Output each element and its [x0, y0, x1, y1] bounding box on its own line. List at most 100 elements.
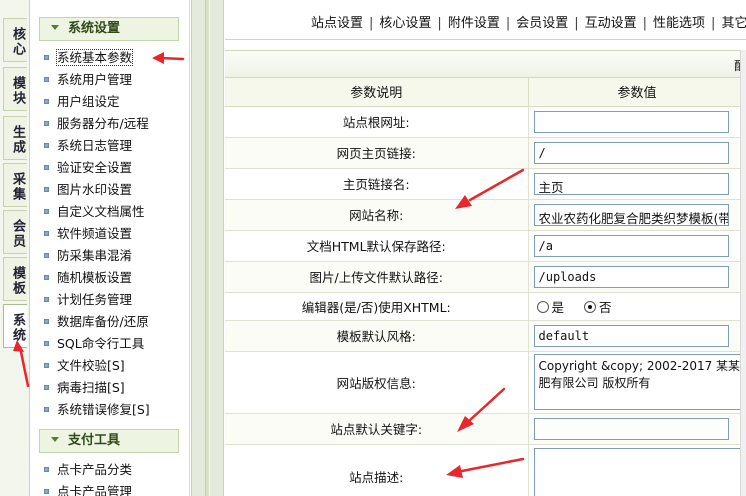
table-row: 文档HTML默认保存路径: /a: [225, 230, 746, 262]
table-row: 主页链接名: 主页: [225, 168, 746, 200]
site-root-url-input[interactable]: [533, 110, 729, 133]
column-header-label: 参数说明: [225, 78, 529, 107]
tab-template[interactable]: 模板: [3, 257, 27, 301]
table-row: 网页主页链接: /: [225, 137, 746, 169]
menu-item[interactable]: 点卡产品分类: [44, 459, 132, 481]
menu-item[interactable]: 系统用户管理: [44, 69, 150, 91]
textarea-line: 肥有限公司 版权所有: [538, 376, 651, 390]
tab-attachment-settings[interactable]: 附件设置: [448, 16, 500, 31]
bullet-icon: [44, 407, 49, 412]
tab-other[interactable]: 其它选: [721, 16, 746, 31]
settings-table: 参数说明 参数值 站点根网址: 网页主页链接: / 主页链接名: 主页 网站名称…: [225, 78, 746, 496]
config-title-bar: 配: [225, 50, 746, 78]
bullet-icon: [44, 275, 49, 280]
row-label: 网站名称:: [225, 199, 529, 231]
site-description-textarea[interactable]: [533, 447, 744, 496]
menu-item[interactable]: 用户组设定: [44, 91, 150, 113]
bullet-icon: [44, 363, 49, 368]
table-row: 站点默认关键字:: [225, 413, 746, 445]
tab-core[interactable]: 核心: [3, 18, 27, 62]
tab-member[interactable]: 会员: [3, 210, 27, 254]
menu-item[interactable]: 数据库备份/还原: [44, 311, 150, 333]
column-header-value: 参数值: [528, 78, 746, 107]
tab-performance-options[interactable]: 性能选项: [653, 16, 705, 31]
upload-path-input[interactable]: /uploads: [533, 265, 729, 288]
table-row: 模板默认风格: default: [225, 320, 746, 352]
menu-item[interactable]: SQL命令行工具: [44, 333, 150, 355]
copyright-textarea[interactable]: Copyright &copy; 2002-2017 某某农药 肥有限公司 版权…: [533, 354, 744, 410]
menu-item[interactable]: 服务器分布/远程: [44, 113, 150, 135]
xhtml-yes-radio[interactable]: [536, 301, 549, 313]
row-label: 模板默认风格:: [225, 320, 529, 352]
bullet-icon: [44, 231, 49, 236]
row-label: 站点描述:: [225, 444, 529, 496]
menu-item[interactable]: 计划任务管理: [44, 289, 150, 311]
table-row: 网站版权信息: Copyright &copy; 2002-2017 某某农药 …: [225, 351, 746, 414]
menu-item[interactable]: 随机模板设置: [44, 267, 150, 289]
keywords-input[interactable]: [533, 417, 729, 440]
menu-item[interactable]: 防采集串混淆: [44, 245, 150, 267]
tab-collect[interactable]: 采集: [3, 163, 27, 207]
system-settings-list: 系统基本参数 系统用户管理 用户组设定 服务器分布/远程 系统日志管理 验证安全…: [44, 47, 150, 421]
menu-item[interactable]: 点卡产品管理: [44, 481, 132, 496]
collapse-triangle-icon: [51, 437, 59, 442]
menu-section-payment-tools[interactable]: 支付工具: [39, 429, 179, 453]
menu-item[interactable]: 验证安全设置: [44, 157, 150, 179]
tab-core-settings[interactable]: 核心设置: [379, 16, 431, 31]
table-row: 图片/上传文件默认路径: /uploads: [225, 261, 746, 293]
table-row: 网站名称: 农业农药化肥复合肥类织梦模板(带手: [225, 199, 746, 231]
row-label: 图片/上传文件默认路径:: [225, 261, 529, 293]
menu-item[interactable]: 病毒扫描[S]: [44, 377, 150, 399]
row-label: 文档HTML默认保存路径:: [225, 230, 529, 262]
bullet-icon: [44, 385, 49, 390]
html-save-path-input[interactable]: /a: [533, 234, 729, 257]
row-label: 网页主页链接:: [225, 137, 529, 169]
bullet-icon: [44, 209, 49, 214]
menu-item[interactable]: 文件校验[S]: [44, 355, 150, 377]
splitter-grip: [205, 0, 210, 496]
table-row: 站点描述:: [225, 444, 746, 496]
tab-member-settings[interactable]: 会员设置: [516, 16, 568, 31]
menu-item[interactable]: 图片水印设置: [44, 179, 150, 201]
textarea-line: Copyright &copy; 2002-2017 某某农药: [538, 359, 744, 373]
template-style-input[interactable]: default: [533, 324, 729, 347]
module-tab-strip: 核心 模块 生成 采集 会员 模板 系统: [0, 0, 30, 496]
menu-item[interactable]: 软件频道设置: [44, 223, 150, 245]
bullet-icon: [44, 253, 49, 258]
bullet-icon: [44, 319, 49, 324]
bullet-icon: [44, 99, 49, 104]
menu-item[interactable]: 系统错误修复[S]: [44, 399, 150, 421]
row-label: 编辑器(是/否)使用XHTML:: [225, 292, 529, 321]
menu-item[interactable]: 系统日志管理: [44, 135, 150, 157]
bullet-icon: [44, 341, 49, 346]
menu-section-system-settings[interactable]: 系统设置: [39, 17, 179, 41]
tab-site-settings[interactable]: 站点设置: [311, 16, 363, 31]
homepage-link-name-input[interactable]: 主页: [533, 172, 729, 195]
radio-label-yes: 是: [551, 299, 565, 315]
menu-item[interactable]: 系统基本参数: [44, 47, 150, 69]
bullet-icon: [44, 121, 49, 126]
bullet-icon: [44, 143, 49, 148]
payment-tools-list: 点卡产品分类 点卡产品管理: [44, 459, 132, 496]
table-row: 站点根网址:: [225, 106, 746, 138]
frame-splitter[interactable]: [191, 0, 224, 496]
homepage-link-input[interactable]: /: [533, 141, 729, 164]
row-label: 网站版权信息:: [225, 351, 529, 414]
bullet-icon: [44, 77, 49, 82]
tab-interaction-settings[interactable]: 互动设置: [585, 16, 637, 31]
settings-tab-nav: 站点设置|核心设置|附件设置|会员设置|互动设置|性能选项|其它选: [225, 10, 746, 40]
bullet-icon: [44, 165, 49, 170]
xhtml-no-radio[interactable]: [583, 301, 596, 313]
bullet-icon: [44, 187, 49, 192]
tab-generate[interactable]: 生成: [3, 116, 27, 160]
row-label: 主页链接名:: [225, 168, 529, 200]
menu-item[interactable]: 自定义文档属性: [44, 201, 150, 223]
main-content: 站点设置|核心设置|附件设置|会员设置|互动设置|性能选项|其它选 配 参数说明…: [225, 0, 746, 496]
tab-module[interactable]: 模块: [3, 67, 27, 111]
vertical-scrollbar[interactable]: [740, 50, 746, 496]
radio-label-no: 否: [598, 299, 612, 315]
bullet-icon: [44, 467, 49, 472]
site-name-input[interactable]: 农业农药化肥复合肥类织梦模板(带手: [533, 203, 729, 226]
tab-system[interactable]: 系统: [3, 304, 27, 348]
bullet-icon: [44, 489, 49, 494]
